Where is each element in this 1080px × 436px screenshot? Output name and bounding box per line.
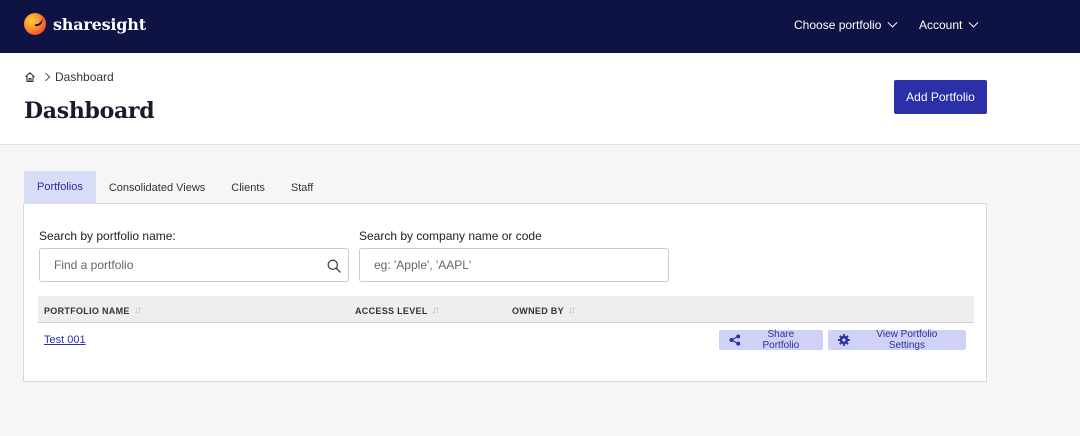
page-header: Dashboard Dashboard Add Portfolio xyxy=(0,53,1080,145)
tab-bar: Portfolios Consolidated Views Clients St… xyxy=(24,171,326,205)
sort-icon: ↓↑ xyxy=(133,305,142,316)
logo-icon xyxy=(24,13,46,35)
table-header: PORTFOLIO NAME ↓↑ ACCESS LEVEL ↓↑ OWNED … xyxy=(38,296,974,323)
company-search-input[interactable] xyxy=(360,249,668,281)
breadcrumb: Dashboard xyxy=(24,70,114,84)
column-label: ACCESS LEVEL xyxy=(355,305,428,316)
view-portfolio-settings-label: View Portfolio Settings xyxy=(876,329,938,351)
tab-clients[interactable]: Clients xyxy=(218,171,278,205)
share-icon xyxy=(729,334,741,346)
search-icon[interactable] xyxy=(327,259,341,273)
column-access-level[interactable]: ACCESS LEVEL ↓↑ xyxy=(355,305,440,316)
account-menu[interactable]: Account xyxy=(919,17,979,32)
sort-icon: ↓↑ xyxy=(431,305,440,316)
breadcrumb-current: Dashboard xyxy=(55,70,114,84)
choose-portfolio-menu[interactable]: Choose portfolio xyxy=(794,17,898,32)
portfolio-search-input[interactable] xyxy=(40,249,348,281)
tab-portfolios[interactable]: Portfolios xyxy=(24,171,96,205)
sharesight-logo[interactable]: sharesight xyxy=(24,13,146,35)
portfolio-name-link[interactable]: Test 001 xyxy=(44,334,86,346)
column-owned-by[interactable]: OWNED BY ↓↑ xyxy=(512,305,576,316)
column-portfolio-name[interactable]: PORTFOLIO NAME ↓↑ xyxy=(44,305,142,316)
chevron-right-icon xyxy=(41,72,51,82)
column-label: OWNED BY xyxy=(512,305,564,316)
portfolio-search-label: Search by portfolio name: xyxy=(39,229,176,243)
sort-icon: ↓↑ xyxy=(567,305,576,316)
company-search-field xyxy=(359,248,669,282)
column-label: PORTFOLIO NAME xyxy=(44,305,130,316)
tab-staff[interactable]: Staff xyxy=(278,171,326,205)
portfolios-panel: Search by portfolio name: Search by comp… xyxy=(23,203,987,382)
account-label: Account xyxy=(919,18,963,32)
chevron-down-icon xyxy=(968,17,979,28)
view-portfolio-settings-button[interactable]: View Portfolio Settings xyxy=(828,329,966,351)
gear-icon xyxy=(838,334,850,346)
company-search-label: Search by company name or code xyxy=(359,229,542,243)
share-portfolio-button[interactable]: Share Portfolio xyxy=(719,329,823,351)
home-icon[interactable] xyxy=(24,71,36,83)
portfolio-search-field xyxy=(39,248,349,282)
logo-text: sharesight xyxy=(53,14,146,34)
add-portfolio-button[interactable]: Add Portfolio xyxy=(894,80,987,114)
top-nav: sharesight Choose portfolio Account xyxy=(0,0,1080,53)
tab-consolidated-views[interactable]: Consolidated Views xyxy=(96,171,218,205)
page-title: Dashboard xyxy=(24,98,155,124)
share-portfolio-label: Share Portfolio xyxy=(762,329,800,351)
choose-portfolio-label: Choose portfolio xyxy=(794,18,882,32)
chevron-down-icon xyxy=(887,17,898,28)
